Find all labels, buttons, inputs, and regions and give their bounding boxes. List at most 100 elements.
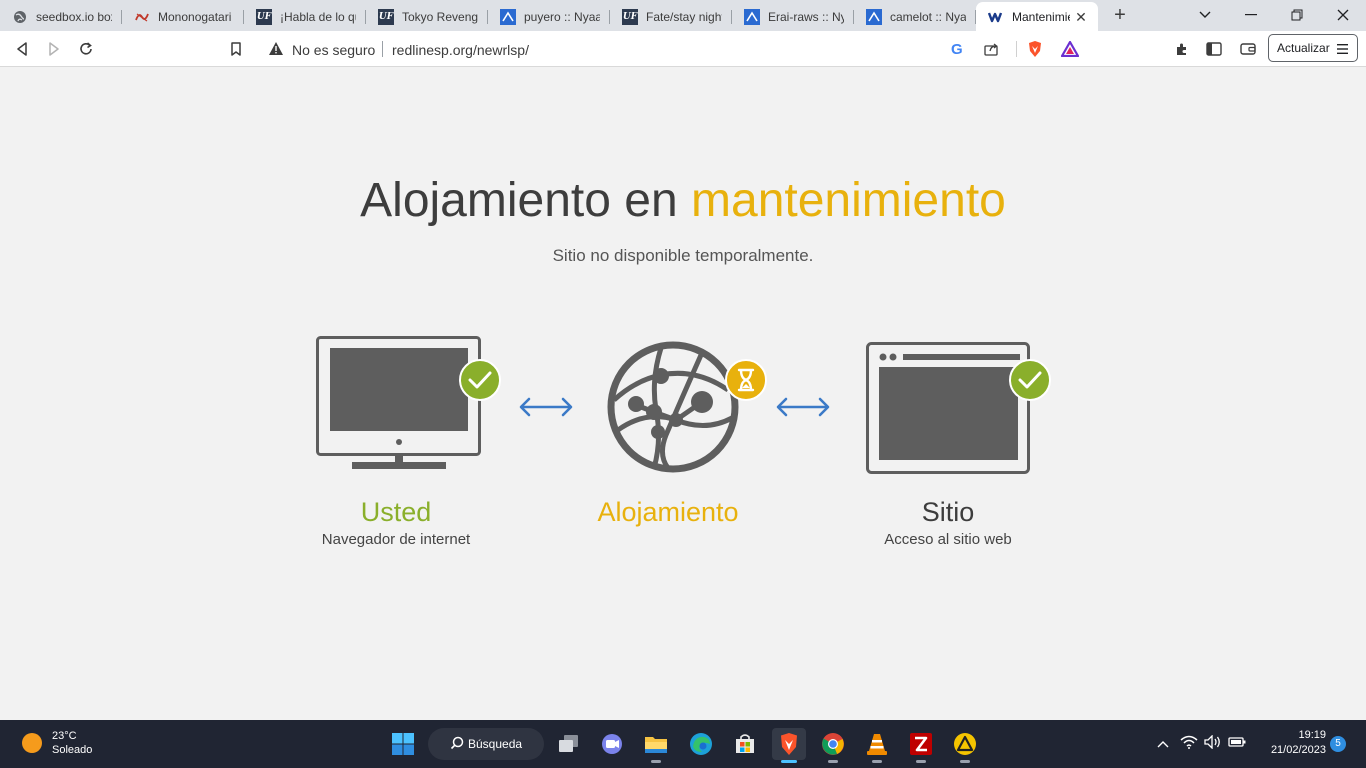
back-icon[interactable] — [10, 37, 34, 61]
running-indicator — [872, 760, 882, 763]
bookmark-icon[interactable] — [224, 37, 248, 61]
tab-3[interactable]: UF Tokyo Revenger — [366, 2, 488, 31]
update-button[interactable]: Actualizar — [1268, 34, 1358, 62]
tab-title: puyero :: Nyaa — [524, 9, 600, 24]
url-text[interactable]: redlinesp.org/newrlsp/ — [392, 42, 529, 58]
tab-8-active[interactable]: Mantenimie ✕ — [976, 2, 1098, 31]
node-usted-title: Usted — [360, 497, 432, 527]
taskbar-search[interactable]: Búsqueda — [428, 728, 544, 760]
clock-date: 21/02/2023 — [1270, 744, 1326, 756]
tab-title: Tokyo Revenger — [402, 9, 478, 24]
system-tray — [1154, 720, 1246, 768]
node-alojamiento-title: Alojamiento — [597, 497, 739, 527]
brave-shields-icon[interactable] — [1027, 40, 1043, 63]
address-bar[interactable]: No es seguro redlinesp.org/newrlsp/ G — [258, 34, 1088, 64]
running-indicator — [651, 760, 661, 763]
notification-badge[interactable]: 5 — [1330, 736, 1346, 752]
uf-icon: UF — [622, 8, 638, 25]
bidirectional-arrow-icon — [775, 396, 831, 423]
uf-icon: UF — [256, 8, 272, 25]
forward-icon[interactable] — [42, 37, 66, 61]
node-usted-subtitle: Navegador de internet — [321, 531, 471, 548]
close-window-icon[interactable] — [1320, 0, 1366, 30]
node-sitio-subtitle: Acceso al sitio web — [884, 531, 1012, 548]
brave-rewards-icon[interactable] — [1060, 40, 1080, 62]
running-indicator — [916, 760, 926, 763]
file-explorer-icon[interactable] — [639, 728, 673, 763]
weather-widget[interactable]: 23°C Soleado — [22, 729, 92, 757]
divider — [1016, 41, 1017, 57]
tab-2[interactable]: UF ¡Habla de lo que — [244, 2, 366, 31]
teams-chat-icon[interactable] — [595, 728, 629, 760]
mononogatari-icon — [134, 9, 150, 25]
restore-icon[interactable] — [1274, 0, 1320, 30]
share-icon[interactable] — [983, 41, 999, 62]
sun-icon — [22, 733, 42, 753]
sidebar-icon[interactable] — [1202, 37, 1226, 61]
tab-7[interactable]: camelot :: Nyaa — [854, 2, 976, 31]
menu-icon — [1337, 43, 1348, 57]
wallet-icon[interactable] — [1236, 37, 1260, 61]
search-icon — [450, 736, 464, 753]
new-tab-button[interactable]: + — [1106, 2, 1134, 30]
windows-taskbar: 23°C Soleado Búsqueda 19:19 21/02/2023 5 — [0, 720, 1366, 768]
edge-icon[interactable] — [684, 728, 718, 760]
page-content: Alojamiento en mantenimiento Sitio no di… — [0, 68, 1366, 720]
globe-network-icon — [606, 340, 742, 481]
headline-part2: mantenimiento — [691, 174, 1006, 227]
tab-6[interactable]: Erai-raws :: Nyaa — [732, 2, 854, 31]
check-icon — [1009, 359, 1051, 406]
tab-title: camelot :: Nyaa — [890, 9, 966, 24]
bidirectional-arrow-icon — [518, 396, 574, 423]
chevron-up-icon[interactable] — [1154, 740, 1172, 748]
tab-search-chevron-icon[interactable] — [1182, 0, 1228, 30]
nyaa-icon — [866, 8, 882, 25]
webempresa-icon — [988, 9, 1004, 25]
browser-window-icon — [866, 342, 1032, 481]
filezilla-icon[interactable] — [904, 728, 938, 763]
wifi-icon[interactable] — [1180, 735, 1198, 754]
tab-strip: seedbox.io box Mononogatari - UF ¡Habla … — [0, 0, 1366, 31]
update-label: Actualizar — [1277, 41, 1330, 55]
nyaa-icon — [744, 8, 760, 25]
globe-icon — [12, 9, 28, 25]
active-indicator — [781, 760, 797, 763]
reload-icon[interactable] — [74, 37, 98, 61]
node-sitio-title: Sitio — [921, 497, 975, 527]
nyaa-icon — [500, 8, 516, 25]
start-button[interactable] — [386, 728, 420, 760]
tab-0[interactable]: seedbox.io box — [0, 2, 122, 31]
tab-1[interactable]: Mononogatari - — [122, 2, 244, 31]
aimp-icon[interactable] — [948, 728, 982, 763]
running-indicator — [960, 760, 970, 763]
vlc-icon[interactable] — [860, 728, 894, 763]
battery-icon[interactable] — [1226, 735, 1246, 753]
security-label[interactable]: No es seguro — [292, 42, 375, 58]
warning-icon[interactable] — [268, 41, 284, 61]
browser-toolbar: No es seguro redlinesp.org/newrlsp/ G Ac… — [0, 31, 1366, 67]
headline-part1: Alojamiento en — [360, 174, 692, 227]
check-icon — [459, 359, 501, 406]
google-icon[interactable]: G — [951, 41, 963, 58]
divider — [382, 41, 383, 57]
tab-title: Fate/stay night — [646, 9, 722, 24]
tab-4[interactable]: puyero :: Nyaa — [488, 2, 610, 31]
page-title: Alojamiento en mantenimiento — [0, 173, 1366, 228]
brave-browser-icon[interactable] — [772, 728, 806, 763]
search-label: Búsqueda — [468, 737, 523, 751]
weather-description: Soleado — [52, 744, 93, 756]
store-icon[interactable] — [728, 728, 762, 760]
clock[interactable]: 19:19 21/02/2023 — [1258, 728, 1326, 758]
tab-5[interactable]: UF Fate/stay night — [610, 2, 732, 31]
clock-time: 19:19 — [1298, 729, 1326, 741]
tab-title: seedbox.io box — [36, 9, 112, 24]
page-subtitle: Sitio no disponible temporalmente. — [552, 246, 814, 265]
close-tab-icon[interactable]: ✕ — [1074, 10, 1088, 24]
computer-monitor-icon — [316, 336, 506, 477]
chrome-icon[interactable] — [816, 728, 850, 763]
volume-icon[interactable] — [1204, 733, 1222, 754]
task-view-icon[interactable] — [552, 728, 586, 760]
weather-temperature: 23°C — [52, 730, 77, 742]
minimize-icon[interactable] — [1228, 0, 1274, 30]
extensions-icon[interactable] — [1170, 37, 1194, 61]
